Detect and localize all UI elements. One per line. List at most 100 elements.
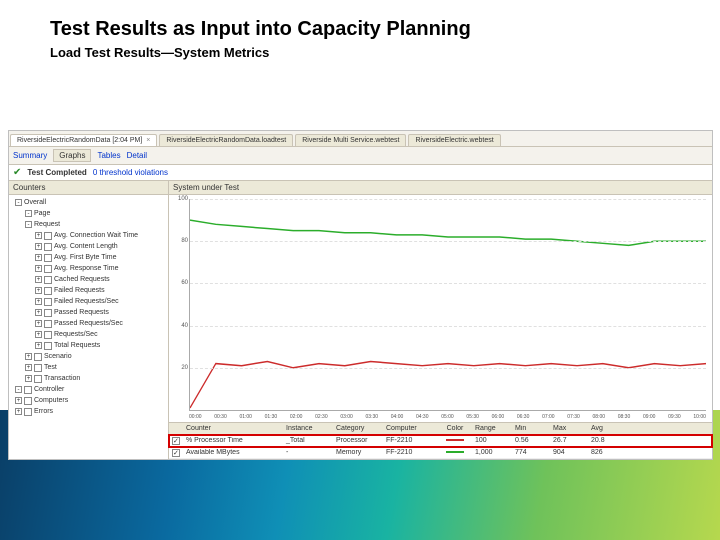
legend-row-processor[interactable]: % Processor Time _Total Processor FF-221… — [169, 435, 712, 447]
view-detail-link[interactable]: Detail — [127, 151, 147, 160]
tree-item-label: Transaction — [44, 373, 80, 384]
legend-checkbox[interactable] — [172, 449, 180, 457]
tree-checkbox[interactable] — [44, 243, 52, 251]
expander-icon[interactable]: + — [25, 364, 32, 371]
tree-item-label: Avg. Response Time — [54, 263, 118, 274]
chart-plot[interactable]: 10080604020 — [189, 199, 706, 411]
tab-loadtest-result[interactable]: RiversideElectricRandomData [2:04 PM]× — [10, 134, 157, 146]
tree-checkbox[interactable] — [44, 232, 52, 240]
tree-item[interactable]: + Test — [15, 362, 168, 373]
expander-icon[interactable]: - — [25, 221, 32, 228]
expander-icon[interactable]: + — [25, 353, 32, 360]
tab-webtest-2[interactable]: RiversideElectric.webtest — [408, 134, 500, 146]
status-bar: ✔ Test Completed 0 threshold violations — [9, 165, 712, 181]
tree-checkbox[interactable] — [44, 298, 52, 306]
expander-icon[interactable]: + — [35, 232, 42, 239]
tree-checkbox[interactable] — [44, 276, 52, 284]
view-graphs-button[interactable]: Graphs — [53, 149, 91, 162]
tree-item-label: Avg. Connection Wait Time — [54, 230, 138, 241]
tree-checkbox[interactable] — [34, 353, 42, 361]
tree-checkbox[interactable] — [24, 386, 32, 394]
tree-item[interactable]: + Total Requests — [15, 340, 168, 351]
close-tab-icon[interactable]: × — [146, 137, 150, 144]
expander-icon[interactable]: - — [15, 386, 22, 393]
expander-icon[interactable]: + — [35, 331, 42, 338]
color-swatch-red — [446, 439, 464, 441]
legend-checkbox[interactable] — [172, 437, 180, 445]
legend-row-memory[interactable]: Available MBytes - Memory FF-2210 1,000 … — [169, 447, 712, 459]
expander-icon[interactable]: + — [35, 320, 42, 327]
chart-header: System under Test — [169, 181, 712, 195]
expander-icon[interactable]: - — [25, 210, 32, 217]
tree-item[interactable]: + Avg. Connection Wait Time — [15, 230, 168, 241]
tree-checkbox[interactable] — [34, 375, 42, 383]
tree-checkbox[interactable] — [44, 287, 52, 295]
view-toolbar: Summary Graphs Tables Detail — [9, 147, 712, 165]
tree-checkbox[interactable] — [44, 331, 52, 339]
tree-item[interactable]: + Cached Requests — [15, 274, 168, 285]
tree-item-label: Page — [34, 208, 50, 219]
tree-checkbox[interactable] — [44, 342, 52, 350]
tree-item[interactable]: + Scenario — [15, 351, 168, 362]
expander-icon[interactable]: + — [15, 397, 22, 404]
tree-item[interactable]: +Passed Requests/Sec — [15, 318, 168, 329]
chart-area: System under Test 10080604020 00:0000:30… — [169, 181, 712, 459]
tree-checkbox[interactable] — [44, 320, 52, 328]
expander-icon[interactable]: + — [35, 243, 42, 250]
tree-item[interactable]: -Controller — [15, 384, 168, 395]
expander-icon[interactable]: + — [35, 265, 42, 272]
view-summary-link[interactable]: Summary — [13, 151, 47, 160]
tree-checkbox[interactable] — [44, 265, 52, 273]
tab-webtest-1[interactable]: Riverside Multi Service.webtest — [295, 134, 406, 146]
expander-icon[interactable]: + — [35, 276, 42, 283]
tree-checkbox[interactable] — [44, 309, 52, 317]
status-text: Test Completed — [27, 168, 86, 177]
tree-item[interactable]: +Errors — [15, 406, 168, 417]
counters-header: Counters — [9, 181, 168, 195]
tree-item[interactable]: + Avg. First Byte Time — [15, 252, 168, 263]
document-tabs: RiversideElectricRandomData [2:04 PM]× R… — [9, 131, 712, 147]
view-tables-link[interactable]: Tables — [97, 151, 120, 160]
legend-table: Counter Instance Category Computer Color… — [169, 422, 712, 459]
tree-item-label: Scenario — [44, 351, 72, 362]
threshold-violations-link[interactable]: 0 threshold violations — [93, 168, 168, 177]
tree-item[interactable]: + Passed Requests — [15, 307, 168, 318]
tree-item[interactable]: +Avg. Content Length — [15, 241, 168, 252]
tree-item[interactable]: -Page — [15, 208, 168, 219]
loadtest-results-window: RiversideElectricRandomData [2:04 PM]× R… — [8, 130, 713, 460]
tree-item[interactable]: + Computers — [15, 395, 168, 406]
x-axis-labels: 00:0000:3001:0001:3002:0002:3003:0003:30… — [189, 414, 706, 420]
y-tick-label: 80 — [181, 238, 190, 244]
tree-item[interactable]: + Failed Requests — [15, 285, 168, 296]
tree-checkbox[interactable] — [44, 254, 52, 262]
tree-item-label: Test — [44, 362, 57, 373]
tree-item-label: Computers — [34, 395, 68, 406]
tree-item-label: Failed Requests — [54, 285, 105, 296]
expander-icon[interactable]: + — [35, 298, 42, 305]
tree-item[interactable]: + Avg. Response Time — [15, 263, 168, 274]
tree-item-label: Passed Requests — [54, 307, 109, 318]
tree-item-label: Total Requests — [54, 340, 100, 351]
tree-item[interactable]: +Requests/Sec — [15, 329, 168, 340]
tree-item[interactable]: -Request — [15, 219, 168, 230]
expander-icon[interactable]: + — [35, 309, 42, 316]
expander-icon[interactable]: + — [35, 342, 42, 349]
check-icon: ✔ — [13, 167, 21, 178]
expander-icon[interactable]: - — [15, 199, 22, 206]
expander-icon[interactable]: + — [15, 408, 22, 415]
expander-icon[interactable]: + — [35, 287, 42, 294]
tab-loadtest-def[interactable]: RiversideElectricRandomData.loadtest — [159, 134, 293, 146]
tree-item[interactable]: +Failed Requests/Sec — [15, 296, 168, 307]
tree-checkbox[interactable] — [34, 364, 42, 372]
tree-item[interactable]: -Overall — [15, 197, 168, 208]
tree-checkbox[interactable] — [24, 397, 32, 405]
y-tick-label: 100 — [178, 196, 190, 202]
expander-icon[interactable]: + — [25, 375, 32, 382]
tree-checkbox[interactable] — [24, 408, 32, 416]
tree-item-label: Cached Requests — [54, 274, 110, 285]
tree-item-label: Avg. First Byte Time — [54, 252, 117, 263]
tree-item[interactable]: + Transaction — [15, 373, 168, 384]
expander-icon[interactable]: + — [35, 254, 42, 261]
slide-subtitle: Load Test Results—System Metrics — [0, 45, 720, 70]
tree-item-label: Overall — [24, 197, 46, 208]
